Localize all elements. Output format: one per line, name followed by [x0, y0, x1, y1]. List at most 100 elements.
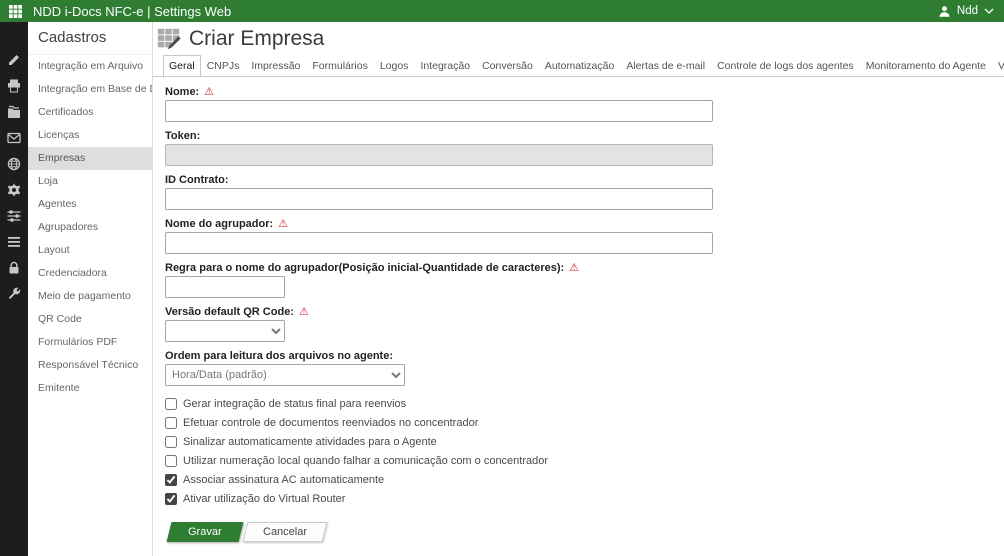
checkbox-gerar-integracao-de-status-final-para-reenvios[interactable]	[165, 398, 177, 410]
sidebar: Cadastros Integração em ArquivoIntegraçã…	[28, 22, 153, 556]
sidebar-item-certificados[interactable]: Certificados	[28, 101, 152, 124]
user-name: Ndd	[957, 5, 978, 17]
lock-icon[interactable]	[6, 260, 22, 276]
print-icon[interactable]	[6, 78, 22, 94]
form-field: Versão default QR Code: ⚠	[165, 306, 1004, 342]
warning-icon: ⚠	[299, 306, 309, 319]
sliders-icon[interactable]	[6, 208, 22, 224]
field-label: Versão default QR Code: ⚠	[165, 306, 1004, 319]
sidebar-item-formularios-pdf[interactable]: Formulários PDF	[28, 331, 152, 354]
icon-strip	[0, 22, 28, 556]
checkbox-utilizar-numeracao-local-quando-falhar-a-comunicacao-com-o-concentrador[interactable]	[165, 455, 177, 467]
warning-icon: ⚠	[204, 86, 214, 99]
sidebar-item-loja[interactable]: Loja	[28, 170, 152, 193]
form-field: Nome:⚠	[165, 86, 1004, 122]
tab-integracao[interactable]: Integração	[414, 55, 476, 77]
warning-icon: ⚠	[569, 262, 579, 275]
tab-cnpjs[interactable]: CNPJs	[201, 55, 246, 77]
tab-monitoramento-do-agente[interactable]: Monitoramento do Agente	[860, 55, 992, 77]
field-label: Nome:⚠	[165, 86, 1004, 99]
checkbox-row-utilizar-numeracao-local-quando-falhar-a-comunicacao-com-o-concentrador[interactable]: Utilizar numeração local quando falhar a…	[165, 451, 1004, 470]
tab-geral[interactable]: Geral	[163, 55, 201, 77]
checkbox-row-associar-assinatura-ac-automaticamente[interactable]: Associar assinatura AC automaticamente	[165, 470, 1004, 489]
sidebar-item-licencas[interactable]: Licenças	[28, 124, 152, 147]
form-buttons: Gravar Cancelar	[165, 522, 1004, 542]
sidebar-item-layout[interactable]: Layout	[28, 239, 152, 262]
gear-icon[interactable]	[6, 182, 22, 198]
cancel-button-label: Cancelar	[263, 526, 307, 538]
sidebar-item-meio-de-pagamento[interactable]: Meio de pagamento	[28, 285, 152, 308]
checkbox-row-sinalizar-automaticamente-atividades-para-o-agente[interactable]: Sinalizar automaticamente atividades par…	[165, 432, 1004, 451]
cancel-button[interactable]: Cancelar	[243, 522, 328, 542]
save-button[interactable]: Gravar	[167, 522, 244, 542]
form-field: Regra para o nome do agrupador(Posição i…	[165, 262, 1004, 298]
list-icon[interactable]	[6, 234, 22, 250]
checkbox-label: Ativar utilização do Virtual Router	[183, 493, 345, 505]
mail-icon[interactable]	[6, 130, 22, 146]
sidebar-item-emitente[interactable]: Emitente	[28, 377, 152, 400]
globe-icon[interactable]	[6, 156, 22, 172]
tab-controle-de-logs-dos-agentes[interactable]: Controle de logs dos agentes	[711, 55, 860, 77]
checkbox-label: Gerar integração de status final para re…	[183, 398, 406, 410]
sidebar-item-empresas[interactable]: Empresas	[28, 147, 152, 170]
tab-automatizacao[interactable]: Automatização	[539, 55, 620, 77]
user-menu[interactable]: Ndd	[938, 5, 994, 18]
form: Nome:⚠ Token: ID Contrato: Nome do agrupado…	[153, 77, 1004, 542]
wrench-icon[interactable]	[6, 286, 22, 302]
checkbox-row-ativar-utilizacao-do-virtual-router[interactable]: Ativar utilização do Virtual Router	[165, 489, 1004, 508]
checkbox-row-gerar-integracao-de-status-final-para-reenvios[interactable]: Gerar integração de status final para re…	[165, 394, 1004, 413]
topbar: NDD i-Docs NFC-e | Settings Web Ndd	[0, 0, 1004, 22]
field-label: ID Contrato:	[165, 174, 1004, 187]
page-header: Criar Empresa	[153, 22, 1004, 55]
page-title: Criar Empresa	[189, 27, 324, 51]
nome-do-agrupador-input[interactable]	[165, 232, 713, 254]
tab-formularios[interactable]: Formulários	[306, 55, 373, 77]
form-field: Token:	[165, 130, 1004, 166]
field-label-text: Nome do agrupador:	[165, 218, 273, 231]
tab-bar: GeralCNPJsImpressãoFormuláriosLogosInteg…	[153, 55, 1004, 77]
checkbox-label: Associar assinatura AC automaticamente	[183, 474, 384, 486]
form-field: ID Contrato:	[165, 174, 1004, 210]
field-label-text: Regra para o nome do agrupador(Posição i…	[165, 262, 564, 275]
field-label: Token:	[165, 130, 1004, 143]
save-button-label: Gravar	[188, 526, 222, 538]
files-icon[interactable]	[6, 104, 22, 120]
sidebar-item-integracao-em-arquivo[interactable]: Integração em Arquivo	[28, 55, 152, 78]
id-contrato-input[interactable]	[165, 188, 713, 210]
sidebar-item-agrupadores[interactable]: Agrupadores	[28, 216, 152, 239]
apps-grid-icon[interactable]	[4, 0, 26, 22]
form-field: Nome do agrupador: ⚠	[165, 218, 1004, 254]
sidebar-heading: Cadastros	[28, 22, 152, 55]
ordem-para-leitura-dos-arquivos-no-agente-select[interactable]: Hora/Data (padrão)	[165, 364, 405, 386]
field-label-text: Versão default QR Code:	[165, 306, 294, 319]
checkbox-label: Utilizar numeração local quando falhar a…	[183, 455, 548, 467]
sidebar-item-responsavel-tecnico[interactable]: Responsável Técnico	[28, 354, 152, 377]
nome-input[interactable]	[165, 100, 713, 122]
checkbox-ativar-utilizacao-do-virtual-router[interactable]	[165, 493, 177, 505]
sidebar-item-credenciadora[interactable]: Credenciadora	[28, 262, 152, 285]
sidebar-item-agentes[interactable]: Agentes	[28, 193, 152, 216]
sidebar-item-qr-code[interactable]: QR Code	[28, 308, 152, 331]
checkbox-sinalizar-automaticamente-atividades-para-o-agente[interactable]	[165, 436, 177, 448]
tab-alertas-de-e-mail[interactable]: Alertas de e-mail	[620, 55, 711, 77]
sidebar-item-integracao-em-base-de-dados[interactable]: Integração em Base de Dados	[28, 78, 152, 101]
form-field: Ordem para leitura dos arquivos no agent…	[165, 350, 1004, 386]
checkbox-efetuar-controle-de-documentos-reenviados-no-concentrador[interactable]	[165, 417, 177, 429]
checkbox-label: Efetuar controle de documentos reenviado…	[183, 417, 478, 429]
warning-icon: ⚠	[278, 218, 288, 231]
tab-conversao[interactable]: Conversão	[476, 55, 539, 77]
main-content: Criar Empresa GeralCNPJsImpressãoFormulá…	[153, 22, 1004, 556]
versao-default-qr-code-select[interactable]	[165, 320, 285, 342]
token-input[interactable]	[165, 144, 713, 166]
tab-virtual-router[interactable]: Virtual Router	[992, 55, 1004, 77]
tab-impressao[interactable]: Impressão	[245, 55, 306, 77]
app-window: NDD i-Docs NFC-e | Settings Web Ndd Cada…	[0, 0, 1004, 556]
regra-para-o-nome-do-agrupador-posicao-inicial-quantidade-de-caracteres-input[interactable]	[165, 276, 285, 298]
edit-icon[interactable]	[6, 52, 22, 68]
checkbox-row-efetuar-controle-de-documentos-reenviados-no-concentrador[interactable]: Efetuar controle de documentos reenviado…	[165, 413, 1004, 432]
sidebar-menu: Integração em ArquivoIntegração em Base …	[28, 55, 152, 400]
tab-logos[interactable]: Logos	[374, 55, 415, 77]
checkbox-associar-assinatura-ac-automaticamente[interactable]	[165, 474, 177, 486]
field-label: Ordem para leitura dos arquivos no agent…	[165, 350, 1004, 363]
user-icon	[938, 5, 951, 18]
